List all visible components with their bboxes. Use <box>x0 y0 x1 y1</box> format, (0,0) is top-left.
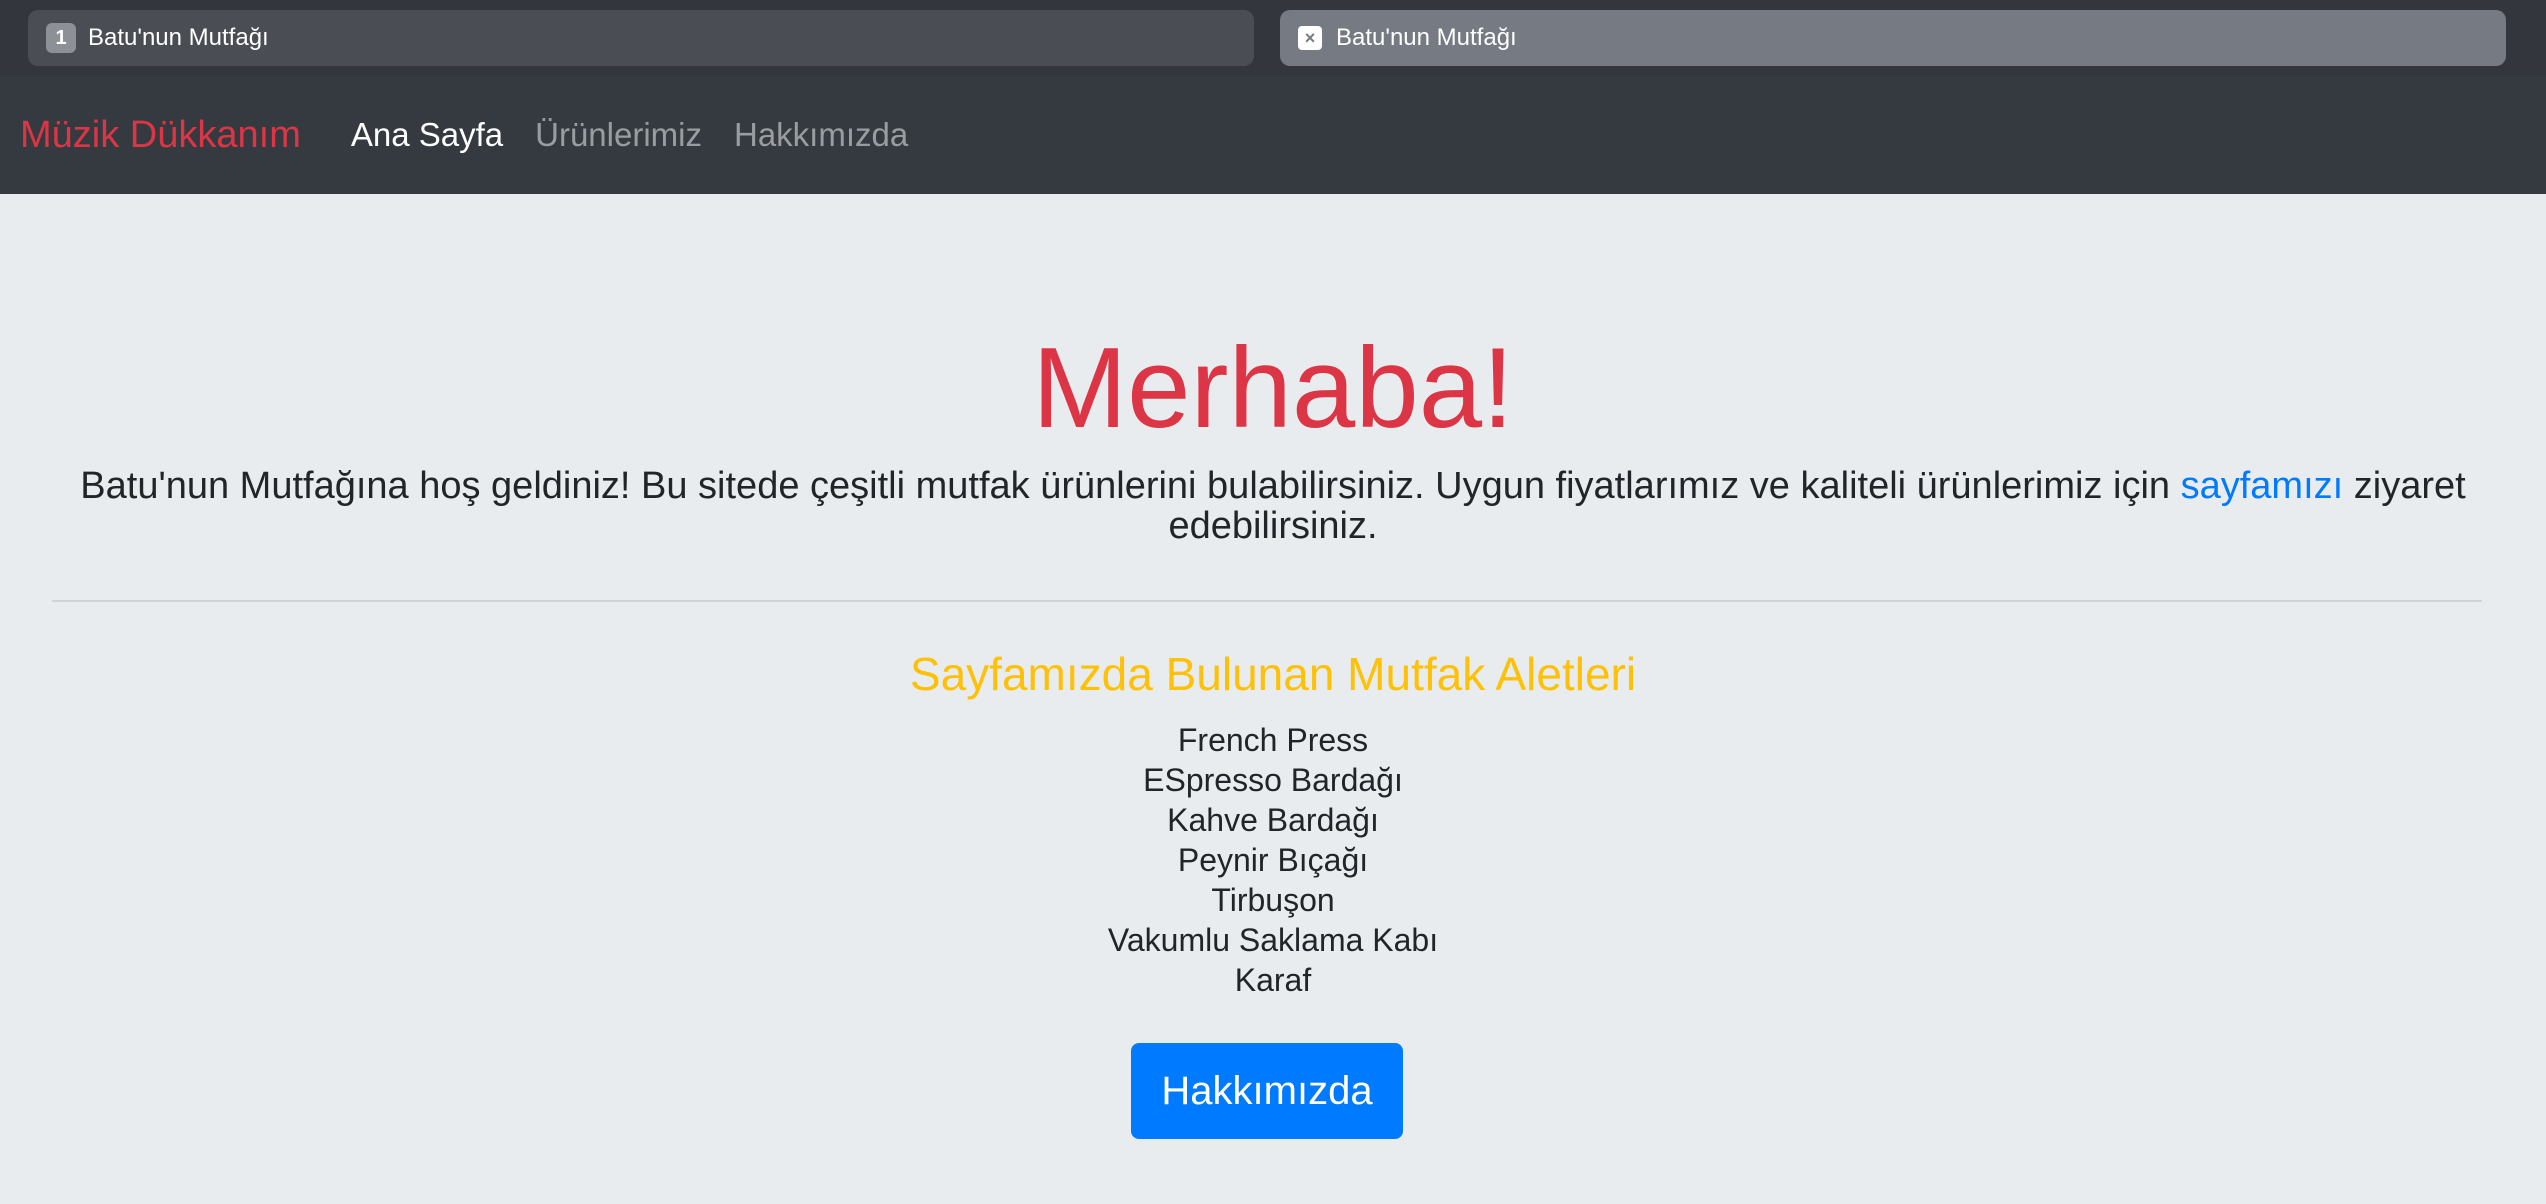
tab-title: Batu'nun Mutfağı <box>88 24 269 51</box>
list-item: ESpresso Bardağı <box>1143 762 1403 798</box>
list-item: Karaf <box>1234 962 1312 998</box>
divider <box>52 600 2482 602</box>
tools-title: Sayfamızda Bulunan Mutfak Aletleri <box>909 648 1637 700</box>
nav-link-about[interactable]: Hakkımızda <box>734 116 908 154</box>
close-icon[interactable]: × <box>1298 26 1322 50</box>
list-item: Tirbuşon <box>1211 882 1335 918</box>
hero-heading: Merhaba! <box>1032 325 1514 452</box>
about-button[interactable]: Hakkımızda <box>1131 1043 1403 1139</box>
list-item: French Press <box>1177 722 1369 758</box>
navbar: Müzik Dükkanım Ana Sayfa Ürünlerimiz Hak… <box>0 76 2546 194</box>
list-item: Vakumlu Saklama Kabı <box>1107 922 1439 958</box>
browser-tab-2[interactable]: × Batu'nun Mutfağı <box>1280 10 2506 66</box>
tab-title: Batu'nun Mutfağı <box>1336 24 1517 51</box>
nav-link-products[interactable]: Ürünlerimiz <box>535 116 702 154</box>
navbar-brand[interactable]: Müzik Dükkanım <box>20 114 301 157</box>
list-item: Peynir Bıçağı <box>1177 842 1369 878</box>
hero-lead: Batu'nun Mutfağına hoş geldiniz! Bu site… <box>50 466 2496 546</box>
tools-list: French Press ESpresso Bardağı Kahve Bard… <box>0 720 2546 1000</box>
nav-link-home[interactable]: Ana Sayfa <box>351 116 503 154</box>
main-content: Merhaba! Batu'nun Mutfağına hoş geldiniz… <box>0 194 2546 1204</box>
browser-tab-strip: 1 Batu'nun Mutfağı × Batu'nun Mutfağı <box>0 0 2546 76</box>
lead-link[interactable]: sayfamızı <box>2181 465 2344 507</box>
top-bar: 1 Batu'nun Mutfağı × Batu'nun Mutfağı Mü… <box>0 0 2546 194</box>
tab-number-badge: 1 <box>46 23 76 53</box>
browser-tab-1[interactable]: 1 Batu'nun Mutfağı <box>28 10 1254 66</box>
lead-text-start: Batu'nun Mutfağına hoş geldiniz! Bu site… <box>80 465 2181 507</box>
list-item: Kahve Bardağı <box>1167 802 1379 838</box>
